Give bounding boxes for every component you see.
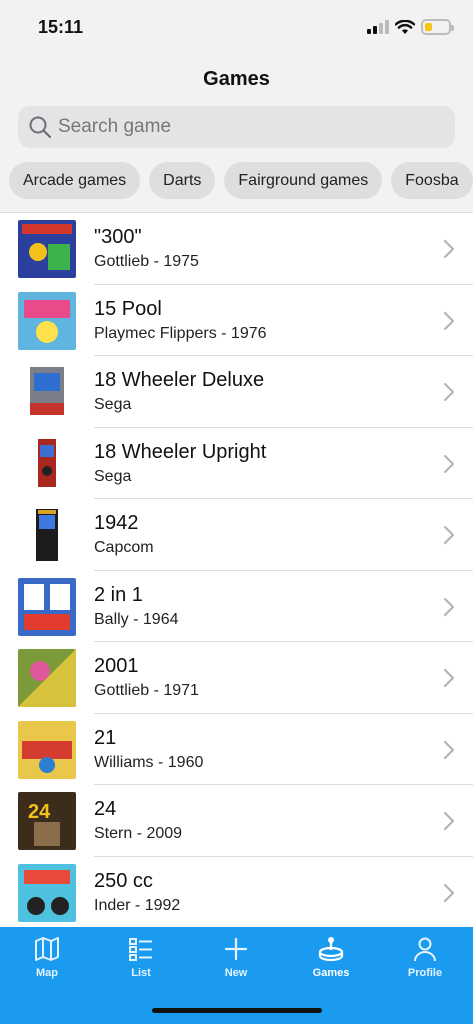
battery-icon xyxy=(421,19,454,35)
chip-label: Foosba xyxy=(405,171,459,189)
game-title: 18 Wheeler Upright xyxy=(94,440,267,463)
games-list: "300" Gottlieb - 1975 15 Pool Playmec Flipp… xyxy=(0,212,473,928)
search-icon xyxy=(29,116,52,139)
cellular-signal-icon xyxy=(367,20,389,34)
arcade-cabinet-thumbnail xyxy=(18,434,76,493)
tab-label: New xyxy=(224,967,248,979)
pinball-backglass-thumbnail xyxy=(18,220,76,278)
chevron-right-icon xyxy=(443,740,455,759)
map-icon xyxy=(35,937,59,961)
chip-label: Fairground games xyxy=(238,171,369,189)
game-row[interactable]: 2 in 1 Bally - 1964 xyxy=(0,571,473,642)
tab-map[interactable]: Map xyxy=(7,935,87,979)
game-subtitle: Williams - 1960 xyxy=(94,753,204,771)
person-icon xyxy=(414,937,436,962)
category-filter-bar: Arcade games Darts Fairground games Foos… xyxy=(9,162,473,200)
game-row[interactable]: 250 cc Inder - 1992 xyxy=(0,857,473,928)
tab-games[interactable]: Games xyxy=(291,935,371,979)
tab-label: Games xyxy=(312,967,350,979)
game-subtitle: Inder - 1992 xyxy=(94,896,181,914)
game-title: 24 xyxy=(94,798,117,820)
game-title: 1942 xyxy=(94,512,139,534)
arcade-cabinet-thumbnail xyxy=(18,506,76,564)
game-subtitle: Stern - 2009 xyxy=(94,825,183,842)
arcade-cabinet-thumbnail xyxy=(18,363,76,421)
plus-icon xyxy=(224,937,248,961)
game-row[interactable]: 18 Wheeler Upright Sega xyxy=(0,428,473,499)
game-text: "300" Gottlieb - 1975 xyxy=(94,225,199,272)
chevron-right-icon xyxy=(443,668,455,688)
tab-new[interactable]: New xyxy=(196,935,276,979)
pinball-backglass-thumbnail xyxy=(18,863,76,922)
game-row[interactable]: 1942 Capcom xyxy=(0,499,473,571)
game-title: 2001 xyxy=(94,655,139,677)
game-subtitle: Gottlieb - 1975 xyxy=(94,253,199,270)
game-title: 2 in 1 xyxy=(94,583,143,606)
game-title: 250 cc xyxy=(94,869,153,892)
chip-fairground-games[interactable]: Fairground games xyxy=(224,162,383,199)
wifi-icon xyxy=(395,19,415,34)
game-text: 2001 Gottlieb - 1971 xyxy=(94,654,199,701)
tab-label: Map xyxy=(36,967,58,979)
game-subtitle: Sega xyxy=(94,396,132,413)
chevron-right-icon xyxy=(443,454,455,473)
game-subtitle: Capcom xyxy=(94,539,154,556)
chevron-right-icon xyxy=(443,883,455,902)
chip-label: Darts xyxy=(163,171,202,189)
game-row[interactable]: 18 Wheeler Deluxe Sega xyxy=(0,356,473,428)
game-text: 250 cc Inder - 1992 xyxy=(94,869,180,916)
chip-arcade-games[interactable]: Arcade games xyxy=(9,162,141,199)
chevron-right-icon xyxy=(443,382,455,402)
chevron-right-icon xyxy=(443,597,455,616)
game-title: 21 xyxy=(94,726,117,749)
chip-foosball[interactable]: Foosba xyxy=(391,162,473,199)
status-bar: 15:11 xyxy=(0,0,473,58)
pinball-backglass-thumbnail xyxy=(18,577,76,636)
pinball-backglass-thumbnail xyxy=(18,720,76,779)
game-text: 21 Williams - 1960 xyxy=(94,726,203,773)
chip-label: Arcade games xyxy=(23,171,127,189)
status-icons xyxy=(367,19,454,35)
pinball-backglass-thumbnail: 24 xyxy=(18,792,76,850)
pinball-backglass-thumbnail xyxy=(18,291,76,350)
game-row[interactable]: "300" Gottlieb - 1975 xyxy=(0,213,473,285)
game-text: 18 Wheeler Upright Sega xyxy=(94,440,266,487)
search-input[interactable] xyxy=(58,116,438,138)
chevron-right-icon xyxy=(443,811,455,831)
pinball-backglass-thumbnail xyxy=(18,649,76,707)
game-title: 18 Wheeler Deluxe xyxy=(94,369,265,391)
home-indicator xyxy=(152,1008,322,1013)
svg-text:24: 24 xyxy=(28,801,51,823)
game-subtitle: Gottlieb - 1971 xyxy=(94,682,199,699)
game-row[interactable]: 15 Pool Playmec Flippers - 1976 xyxy=(0,285,473,356)
tab-list[interactable]: List xyxy=(101,935,181,979)
game-text: 24 Stern - 2009 xyxy=(94,797,182,844)
game-title: 15 Pool xyxy=(94,297,162,320)
page-title: Games xyxy=(203,68,270,90)
game-row[interactable]: 24 24 Stern - 2009 xyxy=(0,785,473,857)
chip-darts[interactable]: Darts xyxy=(149,162,216,199)
game-row[interactable]: 2001 Gottlieb - 1971 xyxy=(0,642,473,714)
chevron-right-icon xyxy=(443,525,455,545)
game-text: 1942 Capcom xyxy=(94,511,154,558)
game-subtitle: Playmec Flippers - 1976 xyxy=(94,324,267,342)
game-text: 15 Pool Playmec Flippers - 1976 xyxy=(94,297,267,344)
joystick-icon xyxy=(318,937,344,962)
game-subtitle: Bally - 1964 xyxy=(94,610,179,628)
game-text: 18 Wheeler Deluxe Sega xyxy=(94,368,264,415)
chevron-right-icon xyxy=(443,239,455,259)
search-bar[interactable] xyxy=(18,106,455,148)
list-icon xyxy=(129,938,152,961)
game-title: "300" xyxy=(94,226,142,248)
game-text: 2 in 1 Bally - 1964 xyxy=(94,583,179,630)
tab-label: List xyxy=(131,967,151,979)
chevron-right-icon xyxy=(443,311,455,330)
game-row[interactable]: 21 Williams - 1960 xyxy=(0,714,473,785)
tab-label: Profile xyxy=(407,967,443,979)
tab-profile[interactable]: Profile xyxy=(385,935,465,979)
status-time: 15:11 xyxy=(38,17,84,37)
game-subtitle: Sega xyxy=(94,467,132,485)
